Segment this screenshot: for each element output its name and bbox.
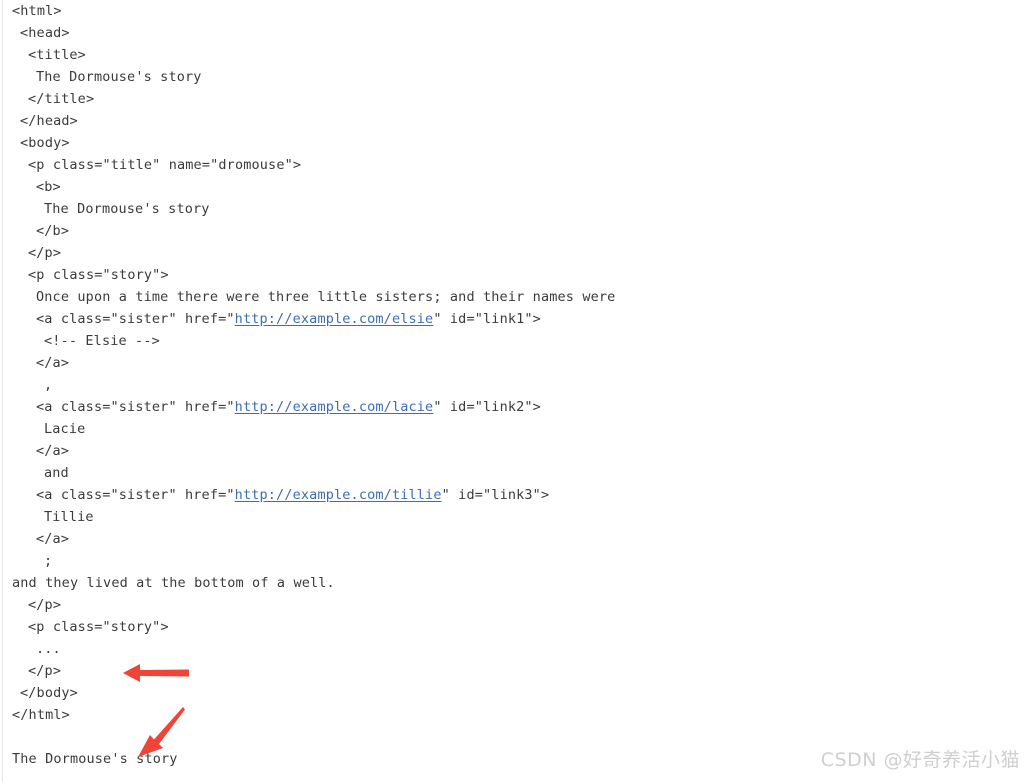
code-line: The Dormouse's story	[44, 201, 210, 217]
code-line: <a class="sister" href="http://example.c…	[36, 399, 541, 415]
code-line: </title>	[28, 91, 95, 107]
code-line: </a>	[36, 531, 70, 547]
code-line: </html>	[12, 707, 70, 723]
code-hyperlink[interactable]: http://example.com/lacie	[235, 399, 434, 415]
code-line: and	[44, 465, 69, 481]
code-line: </p>	[28, 663, 62, 679]
code-line: The Dormouse's story	[36, 69, 202, 85]
code-line: ...	[36, 641, 61, 657]
code-hyperlink[interactable]: http://example.com/tillie	[235, 487, 442, 503]
code-line: <body>	[20, 135, 70, 151]
code-line: ,	[44, 377, 53, 393]
code-line: <head>	[20, 25, 70, 41]
code-line: <b>	[36, 179, 61, 195]
code-line: <p class="title" name="dromouse">	[28, 157, 302, 173]
code-line: </a>	[36, 355, 70, 371]
code-line: <p class="story">	[28, 267, 169, 283]
code-line: <a class="sister" href="http://example.c…	[36, 487, 550, 503]
code-line: Once upon a time there were three little…	[36, 289, 616, 305]
code-line: </a>	[36, 443, 70, 459]
code-line: and they lived at the bottom of a well.	[12, 575, 335, 591]
code-line: </p>	[28, 245, 62, 261]
code-line: <title>	[28, 47, 86, 63]
code-line: </b>	[36, 223, 70, 239]
code-line: Lacie	[44, 421, 86, 437]
code-line: <p class="story">	[28, 619, 169, 635]
code-line: <!-- Elsie -->	[44, 333, 160, 349]
csdn-watermark: CSDN @好奇养活小猫	[820, 749, 1020, 771]
code-line: ;	[44, 553, 53, 569]
code-line: Tillie	[44, 509, 94, 525]
code-listing: <html> <head> <title> The Dormouse's story <…	[0, 0, 1034, 770]
code-line: </body>	[20, 685, 78, 701]
code-line: </p>	[28, 597, 62, 613]
code-line: <a class="sister" href="http://example.c…	[36, 311, 541, 327]
code-line: <html>	[12, 3, 62, 19]
code-hyperlink[interactable]: http://example.com/elsie	[235, 311, 434, 327]
code-line: </head>	[20, 113, 78, 129]
